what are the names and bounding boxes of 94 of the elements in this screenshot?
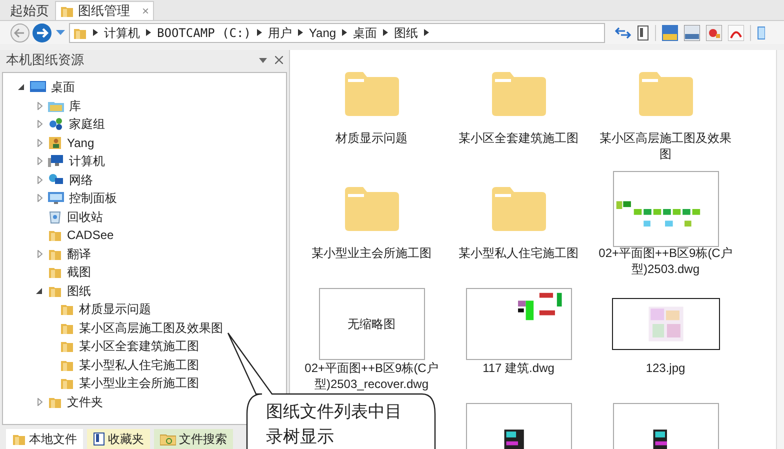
- no-thumbnail-text: 无缩略图: [348, 316, 396, 333]
- expand-arrow-icon[interactable]: [35, 138, 45, 147]
- computer-icon: [48, 154, 64, 168]
- tree-item[interactable]: 文件夹: [67, 392, 103, 411]
- close-tab-button[interactable]: ×: [142, 2, 150, 20]
- breadcrumb-item[interactable]: 计算机: [104, 24, 140, 42]
- dropdown-icon[interactable]: [259, 58, 267, 62]
- panel-tab[interactable]: 收藏夹: [87, 429, 150, 449]
- tab[interactable]: 起始页: [6, 1, 53, 20]
- tree-item[interactable]: 材质显示问题: [79, 300, 151, 318]
- folder-icon: [48, 265, 62, 280]
- breadcrumb-arrow-icon[interactable]: [93, 29, 98, 36]
- bookmark-icon: [93, 432, 105, 446]
- window-icon[interactable]: [757, 26, 765, 40]
- file-name[interactable]: 材质显示问题: [302, 130, 442, 146]
- folder-icon: [60, 339, 74, 354]
- folder-icon: [60, 302, 74, 316]
- expand-arrow-icon[interactable]: [35, 250, 45, 258]
- tree-item[interactable]: 截图: [67, 263, 91, 282]
- folder-icon: [492, 72, 546, 116]
- clipboard-icon[interactable]: [637, 24, 649, 40]
- scrollbar[interactable]: [776, 50, 784, 449]
- tree-item[interactable]: 家庭组: [69, 115, 105, 134]
- tree-item[interactable]: 翻译: [67, 244, 91, 263]
- monitor-icon: [30, 80, 46, 94]
- control-panel-icon: [48, 191, 64, 206]
- collapse-arrow-icon[interactable]: [17, 83, 27, 92]
- forward-button[interactable]: [32, 22, 52, 42]
- folder-icon: [60, 376, 74, 390]
- breadcrumb-arrow-icon[interactable]: [424, 29, 430, 36]
- expand-arrow-icon[interactable]: [35, 157, 45, 166]
- callout-text: 图纸文件列表中目录树显示: [266, 401, 403, 449]
- folder-search-icon: [160, 432, 176, 446]
- file-name[interactable]: 某小区高层施工图及效果图: [596, 130, 736, 162]
- breadcrumb-arrow-icon[interactable]: [383, 29, 388, 36]
- file-name[interactable]: 123.jpg: [596, 360, 736, 376]
- tree-item[interactable]: 桌面: [51, 78, 75, 96]
- breadcrumb-item[interactable]: 用户: [268, 24, 292, 42]
- breadcrumb-arrow-icon[interactable]: [146, 29, 151, 36]
- tree-item[interactable]: 计算机: [69, 152, 105, 170]
- breadcrumb-item[interactable]: 桌面: [353, 24, 378, 42]
- expand-arrow-icon[interactable]: [35, 176, 45, 184]
- tree-item[interactable]: Yang: [67, 134, 94, 152]
- swap-icon[interactable]: [615, 26, 631, 40]
- tree-item[interactable]: 控制面板: [69, 189, 117, 208]
- homegroup-icon: [48, 117, 64, 132]
- file-name[interactable]: 02+平面图++B区9栋(C户型)2503.dwg: [596, 245, 736, 277]
- folder-icon: [60, 4, 74, 18]
- file-name[interactable]: 某小型私人住宅施工图: [448, 245, 588, 261]
- address-bar[interactable]: 计算机 BOOTCAMP (C:) 用户 Yang 桌面 图纸: [69, 22, 605, 42]
- tree-item[interactable]: 某小型业主会所施工图: [79, 374, 199, 392]
- breadcrumb-arrow-icon[interactable]: [342, 29, 348, 36]
- tree-item[interactable]: 网络: [69, 170, 93, 189]
- back-button[interactable]: [10, 22, 30, 42]
- breadcrumb-item[interactable]: BOOTCAMP (C:): [157, 24, 251, 42]
- dwf-file-icon[interactable]: [684, 24, 700, 40]
- close-icon[interactable]: [275, 56, 283, 64]
- network-icon: [48, 172, 64, 187]
- file-name[interactable]: 117 建筑.dwg: [448, 360, 588, 376]
- expand-arrow-icon[interactable]: [35, 120, 45, 128]
- tree-item[interactable]: 某小型私人住宅施工图: [79, 356, 199, 374]
- tree-item[interactable]: 某小区高层施工图及效果图: [79, 318, 223, 337]
- folder-icon: [344, 72, 398, 116]
- pdf-icon[interactable]: [728, 24, 744, 40]
- expand-arrow-icon[interactable]: [35, 398, 45, 406]
- tree-item[interactable]: 回收站: [67, 208, 103, 226]
- breadcrumb-item[interactable]: Yang: [308, 24, 336, 42]
- panel-title: 本机图纸资源: [6, 51, 84, 70]
- panel-tab[interactable]: 文件搜索: [154, 429, 233, 449]
- tree-item[interactable]: 图纸: [67, 282, 91, 300]
- tree-item[interactable]: CADSee: [67, 226, 114, 244]
- tab[interactable]: 图纸管理 ×: [55, 1, 154, 20]
- folder-icon: [344, 187, 398, 231]
- folder-icon: [638, 72, 692, 116]
- tree-item[interactable]: 某小区全套建筑施工图: [79, 337, 199, 356]
- recycle-bin-icon: [48, 210, 62, 224]
- file-name[interactable]: 02+平面图++B区9栋(C户型)2503_recover.dwg: [302, 360, 442, 392]
- file-name[interactable]: 某小区全套建筑施工图: [448, 130, 588, 146]
- collapse-arrow-icon[interactable]: [35, 286, 45, 295]
- breadcrumb-item[interactable]: 图纸: [394, 24, 418, 42]
- folder-icon: [12, 432, 26, 446]
- image-convert-icon[interactable]: [662, 24, 678, 40]
- breadcrumb-arrow-icon[interactable]: [256, 29, 262, 36]
- folder-icon: [48, 228, 62, 242]
- user-folder-icon: [48, 136, 62, 150]
- panel-tab[interactable]: 本地文件: [6, 429, 83, 449]
- dropdown-icon[interactable]: [56, 30, 65, 36]
- expand-arrow-icon[interactable]: [35, 102, 45, 110]
- folder-icon: [492, 187, 546, 231]
- slideshow-icon[interactable]: [706, 24, 722, 40]
- expand-arrow-icon[interactable]: [35, 194, 45, 202]
- file-name[interactable]: 某小型业主会所施工图: [302, 245, 442, 261]
- tree-item[interactable]: 库: [69, 96, 81, 115]
- breadcrumb-arrow-icon[interactable]: [298, 29, 303, 36]
